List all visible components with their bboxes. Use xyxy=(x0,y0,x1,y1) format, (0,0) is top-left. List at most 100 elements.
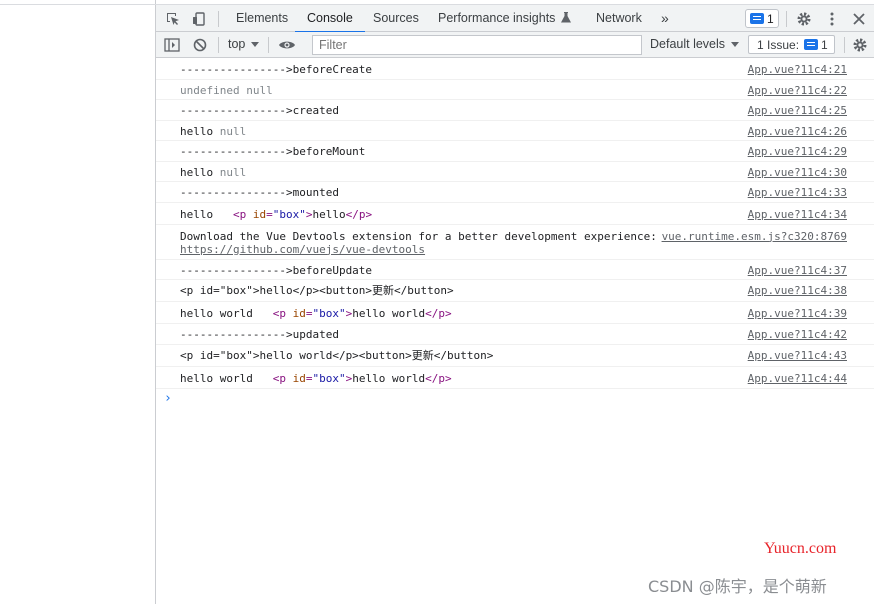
console-settings-gear-icon[interactable] xyxy=(849,32,871,57)
source-link[interactable]: App.vue?11c4:42 xyxy=(748,328,847,341)
source-link[interactable]: App.vue?11c4:43 xyxy=(748,349,847,362)
console-row: undefined null App.vue?11c4:22 xyxy=(156,80,874,100)
inspect-element-icon[interactable] xyxy=(162,5,184,32)
issues-button[interactable]: 1 Issue: 1 xyxy=(748,35,835,54)
source-link[interactable]: App.vue?11c4:22 xyxy=(748,84,847,97)
log-null-value: null xyxy=(219,124,247,138)
console-prompt-chevron-icon: › xyxy=(164,390,172,406)
source-link[interactable]: App.vue?11c4:30 xyxy=(748,166,847,179)
console-prompt-row[interactable]: › xyxy=(156,389,874,413)
console-row: hello world <p id="box">hello world</p> … xyxy=(156,302,874,324)
log-message: undefined null xyxy=(180,83,273,97)
filter-input[interactable] xyxy=(312,35,642,55)
flask-icon xyxy=(560,12,571,23)
tab-sources[interactable]: Sources xyxy=(373,5,419,32)
console-messages: ---------------->beforeCreate App.vue?11… xyxy=(156,59,874,413)
console-row: ---------------->beforeUpdate App.vue?11… xyxy=(156,260,874,280)
log-levels-value: Default levels xyxy=(650,37,726,51)
devtools-hint-text: Download the Vue Devtools extension for … xyxy=(180,229,657,243)
console-row: Download the Vue Devtools extension for … xyxy=(156,225,874,260)
devtools-tabbar: Elements Console Sources Performance ins… xyxy=(156,4,874,33)
log-string: hello world xyxy=(180,307,253,320)
sidebar-toggle-icon[interactable] xyxy=(161,32,183,57)
source-link[interactable]: App.vue?11c4:25 xyxy=(748,104,847,117)
source-link[interactable]: App.vue?11c4:38 xyxy=(748,284,847,297)
source-link[interactable]: App.vue?11c4:21 xyxy=(748,63,847,76)
console-row: ---------------->updated App.vue?11c4:42 xyxy=(156,324,874,345)
log-string: hello xyxy=(180,207,214,221)
source-link[interactable]: App.vue?11c4:29 xyxy=(748,145,847,158)
log-string: hello world xyxy=(180,371,253,385)
messages-count: 1 xyxy=(767,11,774,26)
tab-performance-insights[interactable]: Performance insights xyxy=(438,5,571,32)
message-icon xyxy=(750,13,764,24)
devtools-panel: Elements Console Sources Performance ins… xyxy=(156,0,874,604)
divider xyxy=(268,37,269,53)
source-link[interactable]: App.vue?11c4:37 xyxy=(748,264,847,277)
log-message: <p id="box">hello</p><button>更新</button> xyxy=(180,284,454,297)
dom-node[interactable]: <p id="box">hello world</p> xyxy=(273,307,452,320)
settings-gear-icon[interactable] xyxy=(793,5,815,32)
divider xyxy=(0,4,156,5)
message-icon xyxy=(804,39,819,50)
console-row: <p id="box">hello</p><button>更新</button>… xyxy=(156,280,874,302)
devtools-github-link[interactable]: https://github.com/vuejs/vue-devtools xyxy=(180,243,425,256)
chevron-down-icon xyxy=(731,42,740,48)
console-row: ---------------->mounted App.vue?11c4:33 xyxy=(156,182,874,203)
log-message: hello <p id="box">hello</p> xyxy=(180,208,372,221)
tab-network[interactable]: Network xyxy=(596,5,642,32)
watermark-author: CSDN @陈宇，是个萌新 xyxy=(648,577,827,596)
dom-node[interactable]: <p id="box">hello</p> xyxy=(233,208,372,221)
dom-node[interactable]: <p id="box">hello world</p> xyxy=(273,372,452,385)
divider xyxy=(218,11,219,27)
console-toolbar: top Default levels 1 Issue: 1 xyxy=(156,32,874,58)
issues-label: 1 Issue: xyxy=(757,37,800,52)
console-row: hello world <p id="box">hello world</p> … xyxy=(156,367,874,389)
log-message: hello null xyxy=(180,125,246,138)
console-row: hello null App.vue?11c4:30 xyxy=(156,162,874,182)
log-message: ---------------->beforeMount xyxy=(180,145,366,158)
log-message: ---------------->mounted xyxy=(180,186,339,199)
log-message: hello world <p id="box">hello world</p> xyxy=(180,307,452,320)
log-string: hello xyxy=(180,124,214,138)
log-levels-select[interactable]: Default levels xyxy=(650,32,740,57)
log-message: ---------------->beforeCreate xyxy=(180,63,373,76)
page-viewport xyxy=(0,0,156,604)
log-message: <p id="box">hello world</p><button>更新</b… xyxy=(180,348,494,362)
issues-count: 1 xyxy=(821,37,828,52)
execution-context-value: top xyxy=(228,37,246,51)
tab-console[interactable]: Console xyxy=(295,5,365,33)
divider xyxy=(218,37,219,53)
execution-context-select[interactable]: top xyxy=(228,32,260,57)
log-message: Download the Vue Devtools extension for … xyxy=(180,230,657,256)
device-toolbar-icon[interactable] xyxy=(188,5,210,32)
source-link[interactable]: vue.runtime.esm.js?c320:8769 xyxy=(662,230,847,243)
log-message: ---------------->beforeUpdate xyxy=(180,263,373,277)
log-message: hello null xyxy=(180,166,246,179)
divider xyxy=(844,37,845,53)
console-row: ---------------->beforeMount App.vue?11c… xyxy=(156,141,874,162)
watermark-site: Yuucn.com xyxy=(764,540,837,557)
divider xyxy=(786,11,787,27)
close-icon[interactable] xyxy=(848,5,870,32)
source-link[interactable]: App.vue?11c4:26 xyxy=(748,125,847,138)
source-link[interactable]: App.vue?11c4:33 xyxy=(748,186,847,199)
source-link[interactable]: App.vue?11c4:44 xyxy=(748,372,847,385)
messages-badge[interactable]: 1 xyxy=(745,9,779,28)
tab-elements[interactable]: Elements xyxy=(236,5,288,32)
more-tabs-icon[interactable]: » xyxy=(661,5,669,32)
kebab-menu-icon[interactable] xyxy=(821,5,843,32)
clear-console-icon[interactable] xyxy=(189,32,211,57)
tab-performance-label: Performance insights xyxy=(438,11,556,25)
console-row: <p id="box">hello world</p><button>更新</b… xyxy=(156,345,874,367)
console-row: hello null App.vue?11c4:26 xyxy=(156,121,874,141)
log-message: hello world <p id="box">hello world</p> xyxy=(180,372,452,385)
chevron-down-icon xyxy=(251,42,260,48)
log-string: hello xyxy=(180,165,214,179)
console-row: ---------------->created App.vue?11c4:25 xyxy=(156,100,874,121)
source-link[interactable]: App.vue?11c4:34 xyxy=(748,208,847,221)
live-expression-eye-icon[interactable] xyxy=(276,32,298,57)
console-row: ---------------->beforeCreate App.vue?11… xyxy=(156,59,874,80)
source-link[interactable]: App.vue?11c4:39 xyxy=(748,307,847,320)
log-message: ---------------->updated xyxy=(180,328,339,341)
